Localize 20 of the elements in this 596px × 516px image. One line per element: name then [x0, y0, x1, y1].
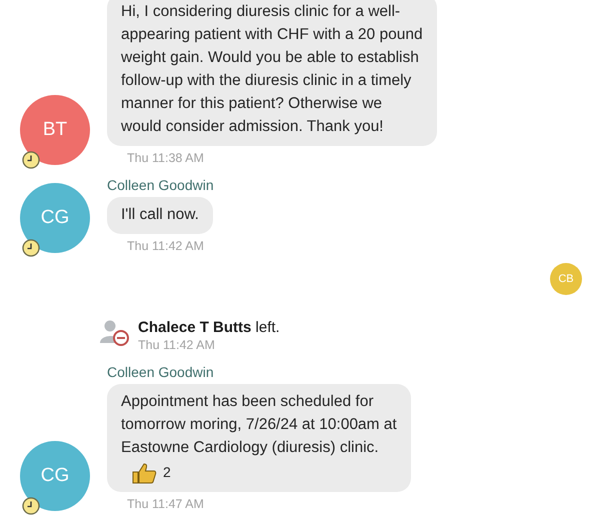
clock-icon: [22, 239, 40, 257]
message-text: Hi, I considering diuresis clinic for a well- appearing patient with CHF with a 20 pound weight gain. Would you be able to establish follow-up with the diuresis clinic in a timely manner for this patient? Otherwise we would consider admission. Thank you!: [121, 2, 423, 137]
timestamp: Thu 11:42 AM: [127, 239, 204, 253]
avatar: CG: [20, 183, 90, 253]
thumbs-up-icon: [131, 462, 157, 484]
clock-icon: [22, 151, 40, 169]
person-left-icon: [100, 319, 132, 347]
sender-name: Colleen Goodwin: [107, 364, 214, 380]
sender-name: Colleen Goodwin: [107, 177, 214, 193]
message-text: Appointment has been scheduled for tomorrow moring, 7/26/24 at 10:00am at Eastowne Cardiology (diuresis) clinic.: [121, 392, 397, 458]
timestamp: Thu 11:42 AM: [138, 338, 215, 352]
reaction-count: 2: [163, 463, 171, 482]
read-receipt-avatar: CB: [550, 263, 582, 295]
avatar: BT: [20, 95, 90, 165]
clock-icon: [22, 497, 40, 515]
system-message: Chalece T Butts left.: [138, 319, 280, 336]
timestamp: Thu 11:47 AM: [127, 497, 204, 511]
message-text: I'll call now.: [121, 205, 199, 225]
timestamp: Thu 11:38 AM: [127, 151, 204, 165]
avatar: CG: [20, 441, 90, 511]
